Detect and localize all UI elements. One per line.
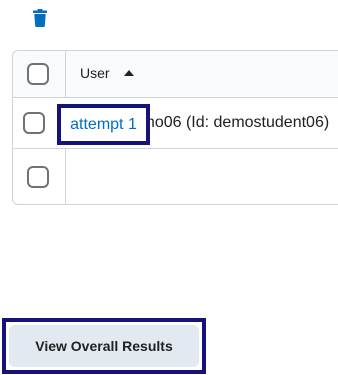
table-header-row: User — [13, 51, 338, 98]
trash-icon — [33, 9, 47, 27]
view-overall-results-button[interactable]: View Overall Results — [2, 318, 206, 374]
user-column-header[interactable]: User — [80, 65, 134, 81]
attempt-link[interactable]: attempt 1 — [57, 104, 150, 145]
quiz-attempts-page: User Student, Demo06 (Id: demostudent06)… — [0, 0, 338, 375]
delete-button[interactable] — [29, 6, 51, 30]
user-column-label: User — [80, 65, 110, 81]
select-all-checkbox[interactable] — [27, 63, 49, 85]
user-row-checkbox[interactable] — [23, 112, 45, 134]
attempt-row — [13, 149, 338, 204]
view-overall-results-label: View Overall Results — [9, 325, 199, 367]
column-divider — [65, 51, 66, 97]
sort-ascending-icon — [123, 70, 134, 76]
column-divider — [65, 149, 66, 204]
attempt-row-checkbox[interactable] — [27, 166, 49, 188]
